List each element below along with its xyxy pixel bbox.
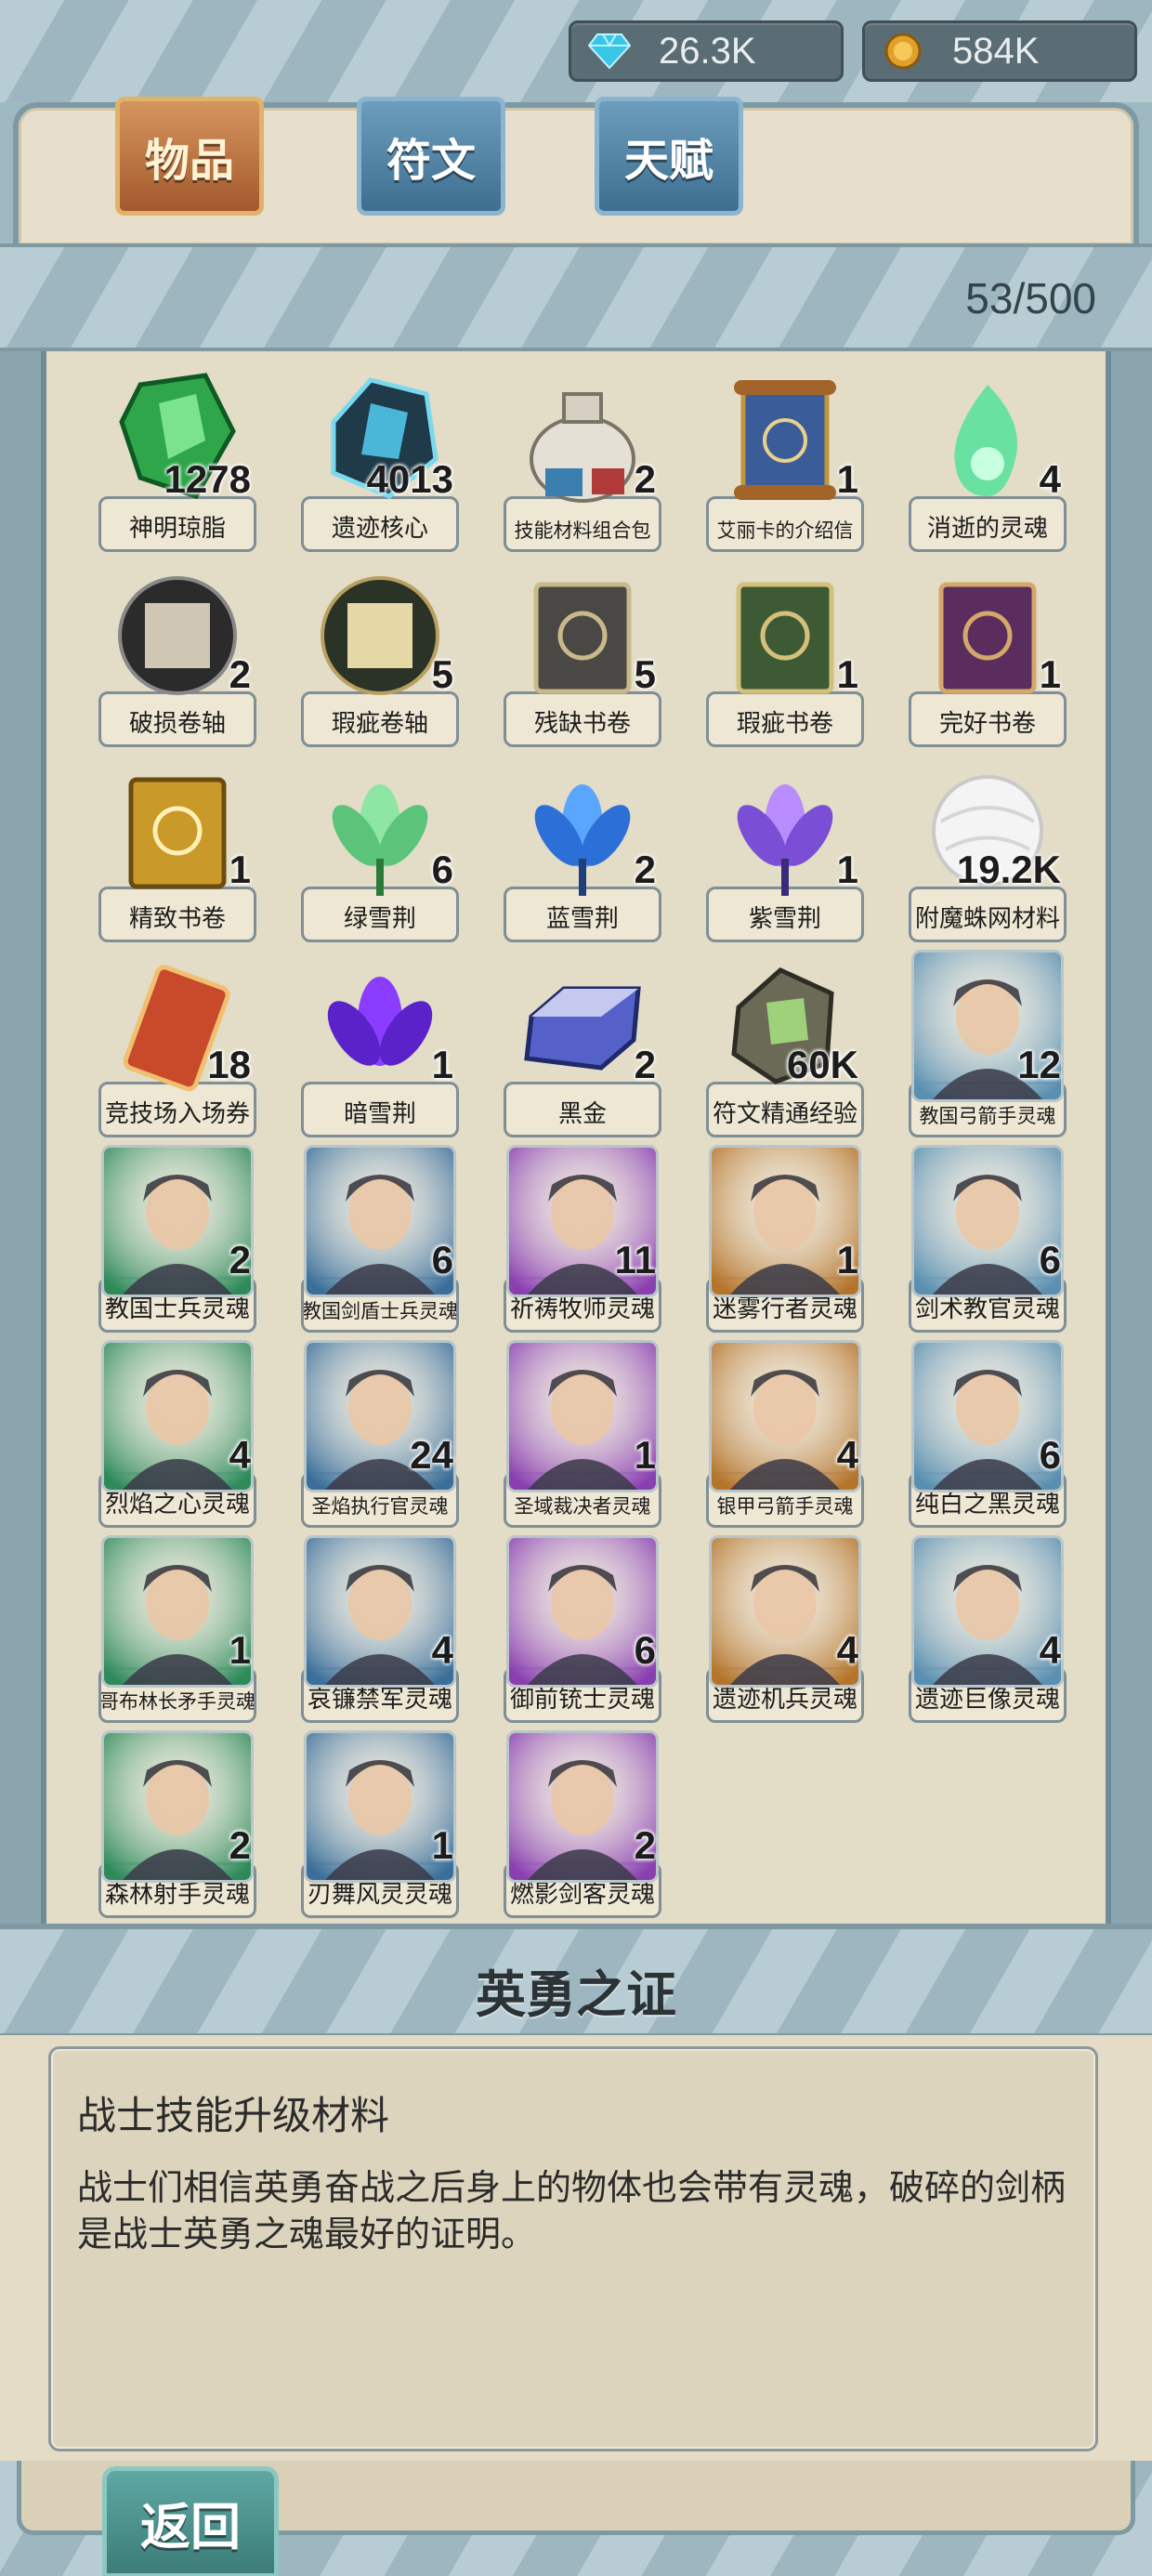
tab-talents[interactable]: 天赋 (595, 97, 743, 216)
item-title-bar: 英勇之证 (0, 1924, 1152, 2039)
item-count: 4 (431, 1628, 453, 1672)
inventory-item[interactable]: 哥布林长矛手灵魂 1 (98, 1535, 256, 1723)
item-count: 2 (634, 1043, 656, 1086)
inventory-item[interactable]: 祈祷牧师灵魂 11 (504, 1145, 661, 1333)
inventory-item[interactable]: 教国士兵灵魂 2 (98, 1145, 256, 1333)
inventory-item[interactable]: 圣域裁决者灵魂 1 (504, 1340, 661, 1528)
inventory-item[interactable]: 蓝雪荆 2 (504, 755, 661, 942)
inventory-capacity: 53/500 (965, 274, 1096, 322)
item-description: 战士们相信英勇奋战之后身上的物体也会带有灵魂，破碎的剑柄是战士英勇之魂最好的证明… (77, 2167, 1067, 2254)
item-count: 1278 (164, 457, 251, 501)
item-count: 1 (431, 1823, 453, 1867)
item-count: 6 (431, 848, 453, 891)
inventory-item[interactable]: 遗迹巨像灵魂 4 (909, 1535, 1067, 1723)
item-detail-panel: 战士技能升级材料 战士们相信英勇奋战之后身上的物体也会带有灵魂，破碎的剑柄是战士… (0, 2035, 1152, 2461)
item-count: 1 (634, 1433, 656, 1477)
item-count: 1 (431, 1043, 453, 1086)
item-type: 战士技能升级材料 (77, 2093, 390, 2138)
inventory-item[interactable]: 暗雪荆 1 (301, 950, 459, 1137)
item-count: 5 (431, 652, 453, 696)
item-count: 1 (229, 848, 251, 891)
inventory-item[interactable]: 精致书卷 1 (98, 755, 256, 942)
inventory-item[interactable]: 森林射手灵魂 2 (98, 1730, 256, 1918)
inventory-item[interactable]: 竞技场入场券 18 (98, 950, 256, 1137)
inventory-frame: 神明琼脂 1278 遗迹核心 4013 技能材料组合包 2 艾丽卡的介绍信 1 消逝的灵魂 4 破损… (0, 351, 1152, 1924)
inventory-item[interactable]: 紫雪荆 1 (706, 755, 864, 942)
tab-items[interactable]: 物品 (115, 97, 264, 216)
inventory-item[interactable]: 纯白之黑灵魂 6 (909, 1340, 1067, 1528)
inventory-item[interactable]: 遗迹核心 4013 (301, 364, 459, 552)
item-title: 英勇之证 (476, 1965, 676, 2024)
item-count: 4 (1039, 457, 1061, 501)
inventory-item[interactable]: 黑金 2 (504, 950, 661, 1137)
inventory-item[interactable]: 神明琼脂 1278 (98, 364, 256, 552)
back-button[interactable]: 返回 (102, 2466, 279, 2576)
inventory-item[interactable]: 技能材料组合包 2 (504, 364, 661, 552)
inventory-item[interactable]: 剑术教官灵魂 6 (909, 1145, 1067, 1333)
inventory-item[interactable]: 绿雪荆 6 (301, 755, 459, 942)
inventory-item[interactable]: 圣焰执行官灵魂 24 (301, 1340, 459, 1528)
item-count: 19.2K (956, 848, 1061, 891)
inventory-item[interactable]: 破损卷轴 2 (98, 559, 256, 747)
item-count: 2 (229, 1823, 251, 1867)
inventory-item[interactable]: 附魔蛛网材料 19.2K (909, 755, 1067, 942)
inventory-item[interactable]: 银甲弓箭手灵魂 4 (706, 1340, 864, 1528)
top-bar: 26.3K 584K (0, 0, 1152, 102)
item-count: 12 (1017, 1043, 1061, 1086)
inventory-header: 53/500 (0, 243, 1152, 353)
bottom-bar: 返回 (0, 2461, 1152, 2576)
item-count: 1 (836, 1238, 858, 1281)
item-count: 4 (836, 1628, 858, 1672)
item-description-box: 战士技能升级材料 战士们相信英勇奋战之后身上的物体也会带有灵魂，破碎的剑柄是战士… (48, 2046, 1098, 2451)
inventory-item[interactable]: 哀镰禁军灵魂 4 (301, 1535, 459, 1723)
inventory-item[interactable]: 瑕疵书卷 1 (706, 559, 864, 747)
item-count: 6 (1039, 1238, 1061, 1281)
item-count: 11 (614, 1238, 656, 1281)
inventory-item[interactable]: 烈焰之心灵魂 4 (98, 1340, 256, 1528)
gold-coin-icon (882, 30, 924, 72)
inventory-item[interactable]: 艾丽卡的介绍信 1 (706, 364, 864, 552)
item-count: 2 (229, 1238, 251, 1281)
inventory-item[interactable]: 教国弓箭手灵魂 12 (909, 950, 1067, 1137)
item-count: 2 (634, 1823, 656, 1867)
item-count: 5 (634, 652, 656, 696)
inventory-item[interactable]: 迷雾行者灵魂 1 (706, 1145, 864, 1333)
item-count: 18 (207, 1043, 251, 1086)
item-count: 24 (410, 1433, 453, 1477)
item-count: 1 (836, 652, 858, 696)
inventory-item[interactable]: 完好书卷 1 (909, 559, 1067, 747)
item-count: 6 (431, 1238, 453, 1281)
gold-currency: 584K (862, 20, 1137, 82)
item-count: 2 (634, 457, 656, 501)
item-count: 1 (1039, 652, 1061, 696)
tabs-panel: 物品 符文 天赋 (13, 97, 1139, 251)
diamond-currency: 26.3K (569, 20, 844, 82)
item-count: 1 (836, 457, 858, 501)
inventory-item[interactable]: 御前铳士灵魂 6 (504, 1535, 661, 1723)
item-count: 2 (229, 652, 251, 696)
inventory-item[interactable]: 教国剑盾士兵灵魂 6 (301, 1145, 459, 1333)
item-count: 4 (1039, 1628, 1061, 1672)
tab-runes[interactable]: 符文 (357, 97, 505, 216)
inventory-item[interactable]: 刃舞风灵灵魂 1 (301, 1730, 459, 1918)
gold-amount: 584K (952, 30, 1040, 72)
item-count: 4013 (366, 457, 453, 501)
item-count: 1 (836, 848, 858, 891)
inventory-item[interactable]: 残缺书卷 5 (504, 559, 661, 747)
diamond-icon (588, 30, 631, 72)
item-count: 6 (1039, 1433, 1061, 1477)
inventory-item[interactable]: 燃影剑客灵魂 2 (504, 1730, 661, 1918)
inventory-grid: 神明琼脂 1278 遗迹核心 4013 技能材料组合包 2 艾丽卡的介绍信 1 消逝的灵魂 4 破损… (41, 351, 1111, 1924)
item-count: 4 (229, 1433, 251, 1477)
inventory-item[interactable]: 瑕疵卷轴 5 (301, 559, 459, 747)
item-count: 1 (229, 1628, 251, 1672)
item-count: 60K (786, 1043, 858, 1086)
diamond-amount: 26.3K (659, 30, 756, 72)
inventory-item[interactable]: 遗迹机兵灵魂 4 (706, 1535, 864, 1723)
item-count: 6 (634, 1628, 656, 1672)
item-count: 4 (836, 1433, 858, 1477)
inventory-item[interactable]: 符文精通经验 60K (706, 950, 864, 1137)
item-count: 2 (634, 848, 656, 891)
inventory-item[interactable]: 消逝的灵魂 4 (909, 364, 1067, 552)
